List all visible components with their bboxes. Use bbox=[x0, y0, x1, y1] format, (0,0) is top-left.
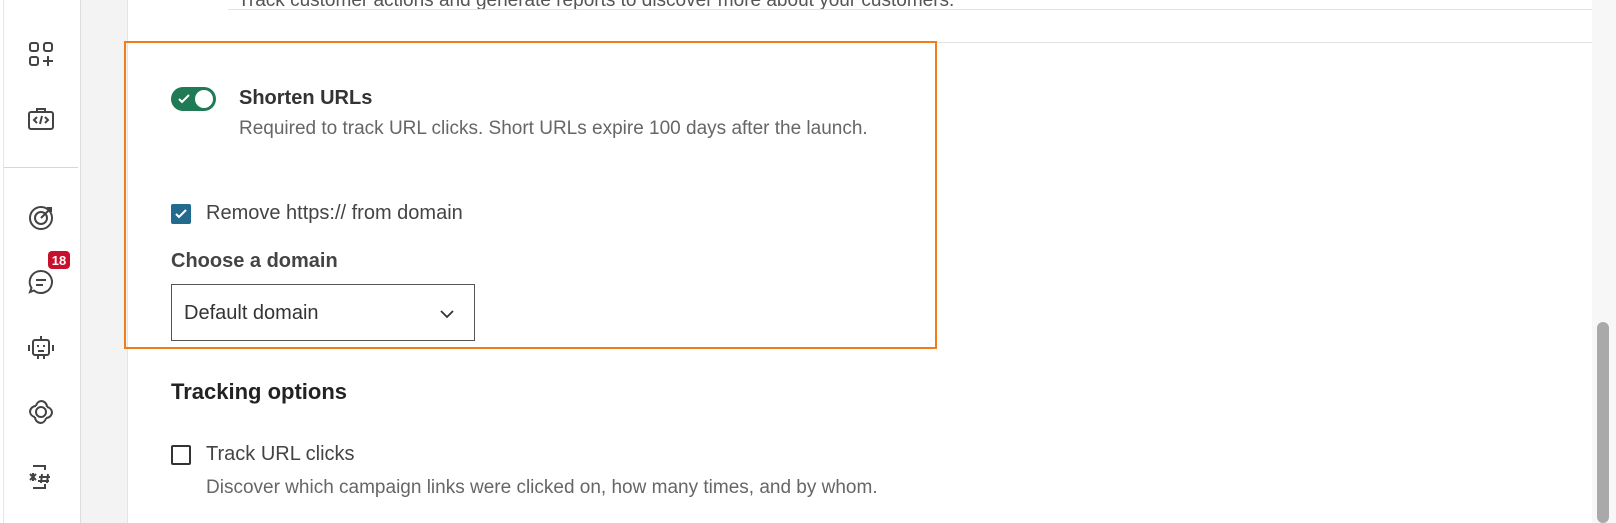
check-icon bbox=[175, 209, 187, 219]
shorten-urls-title: Shorten URLs bbox=[239, 87, 373, 109]
robot-icon[interactable] bbox=[24, 330, 58, 364]
toggle-knob bbox=[195, 90, 213, 108]
tracking-options-title: Tracking options bbox=[171, 379, 348, 404]
domain-select-value: Default domain bbox=[184, 302, 319, 324]
previous-section-description: Track customer actions and generate repo… bbox=[238, 0, 955, 11]
chat-badge: 18 bbox=[48, 251, 70, 269]
code-briefcase-icon[interactable] bbox=[24, 102, 58, 136]
track-url-clicks-label[interactable]: Track URL clicks bbox=[206, 443, 355, 466]
track-url-clicks-checkbox[interactable] bbox=[171, 445, 191, 465]
remove-https-checkbox[interactable] bbox=[171, 204, 191, 224]
section-divider-top bbox=[228, 9, 1593, 10]
chevron-down-icon bbox=[440, 310, 454, 319]
rail-divider bbox=[4, 167, 78, 168]
check-icon bbox=[178, 94, 190, 104]
domain-label: Choose a domain bbox=[171, 250, 338, 272]
rail-edge bbox=[3, 0, 4, 523]
hash-phone-icon[interactable] bbox=[24, 460, 58, 494]
shorten-urls-description: Required to track URL clicks. Short URLs… bbox=[239, 118, 868, 139]
remove-https-label[interactable]: Remove https:// from domain bbox=[206, 202, 463, 225]
chat-icon[interactable] bbox=[24, 265, 58, 299]
apps-add-icon[interactable] bbox=[24, 37, 58, 71]
target-icon[interactable] bbox=[24, 200, 58, 234]
track-url-clicks-description: Discover which campaign links were click… bbox=[206, 477, 878, 498]
shorten-urls-toggle[interactable] bbox=[171, 87, 216, 111]
icon-rail: 18 bbox=[0, 0, 81, 523]
openai-icon[interactable] bbox=[24, 395, 58, 429]
domain-select[interactable]: Default domain bbox=[171, 284, 475, 341]
scrollbar-thumb[interactable] bbox=[1597, 322, 1609, 523]
